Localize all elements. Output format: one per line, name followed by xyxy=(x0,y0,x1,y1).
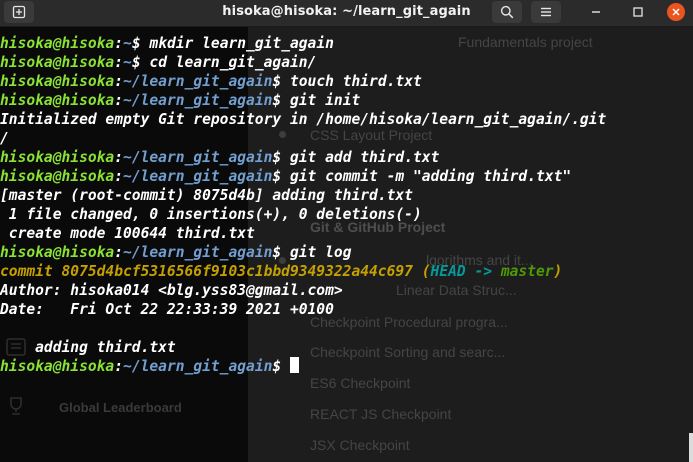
prompt-user-host: hisoka@hisoka xyxy=(0,244,115,261)
background-item: JSX Checkpoint xyxy=(310,437,410,453)
output-text: 1 file changed, 0 insertions(+), 0 delet… xyxy=(0,206,422,223)
prompt-separator: : xyxy=(114,168,124,185)
output-text: Author: hisoka014 <blg.yss83@gmail.com> xyxy=(0,282,343,299)
prompt-symbol: $ xyxy=(131,54,150,71)
prompt-user-host: hisoka@hisoka xyxy=(0,73,115,90)
prompt-line: hisoka@hisoka:~/learn_git_again$ git add… xyxy=(0,148,606,167)
prompt-line: hisoka@hisoka:~/learn_git_again$ git log xyxy=(0,243,606,262)
title-bar[interactable]: hisoka@hisoka: ~/learn_git_again xyxy=(0,0,693,27)
prompt-path: ~/learn_git_again xyxy=(123,168,273,185)
prompt-symbol: $ xyxy=(272,358,290,375)
output-text: / xyxy=(0,130,9,147)
prompt-separator: : xyxy=(114,149,124,166)
prompt-separator: : xyxy=(114,358,124,375)
command-text: git init xyxy=(289,92,361,109)
command-text: git log xyxy=(289,244,352,261)
prompt-user-host: hisoka@hisoka xyxy=(0,358,115,375)
maximize-icon xyxy=(633,7,643,17)
output-text: [master (root-commit) 8075d4b] adding th… xyxy=(0,187,413,204)
commit-ref-open: ( xyxy=(412,263,431,280)
output-text: adding third.txt xyxy=(0,339,176,356)
commit-ref-close: ) xyxy=(553,263,563,280)
prompt-separator: : xyxy=(114,92,124,109)
close-button-circle[interactable] xyxy=(667,3,685,21)
prompt-line: hisoka@hisoka:~/learn_git_again$ git com… xyxy=(0,167,606,186)
command-text: git commit -m "adding third.txt" xyxy=(289,168,572,185)
prompt-user-host: hisoka@hisoka xyxy=(0,168,115,185)
prompt-path: ~/learn_git_again xyxy=(123,358,273,375)
prompt-path: ~ xyxy=(123,35,132,52)
output-line: / xyxy=(0,129,606,148)
global-leaderboard-label: Global Leaderboard xyxy=(59,400,182,415)
prompt-line: hisoka@hisoka:~$ cd learn_git_again/ xyxy=(0,53,606,72)
prompt-line: hisoka@hisoka:~/learn_git_again$ git ini… xyxy=(0,91,606,110)
command-text: touch third.txt xyxy=(289,73,422,90)
output-text: create mode 100644 third.txt xyxy=(0,225,255,242)
prompt-symbol: $ xyxy=(272,92,290,109)
prompt-line: hisoka@hisoka:~/learn_git_again$ touch t… xyxy=(0,72,606,91)
prompt-user-host: hisoka@hisoka xyxy=(0,149,115,166)
prompt-separator: : xyxy=(114,54,124,71)
terminal-body[interactable]: Global Leaderboard Fundamentals project … xyxy=(0,27,693,462)
output-text: Initialized empty Git repository in /hom… xyxy=(0,111,607,128)
output-line: Date: Fri Oct 22 22:33:39 2021 +0100 xyxy=(0,300,606,319)
close-icon xyxy=(672,8,680,16)
close-button[interactable] xyxy=(662,0,690,24)
trophy-icon xyxy=(10,397,22,415)
menu-button[interactable] xyxy=(531,1,561,23)
prompt-user-host: hisoka@hisoka xyxy=(0,54,115,71)
output-line: create mode 100644 third.txt xyxy=(0,224,606,243)
background-item: REACT JS Checkpoint xyxy=(310,406,452,422)
commit-hash: commit 8075d4bcf5316566f9103c1bbd9349322… xyxy=(0,263,413,280)
maximize-button[interactable] xyxy=(624,0,652,24)
search-icon xyxy=(500,5,514,19)
command-text: git add third.txt xyxy=(289,149,440,166)
hamburger-menu-icon xyxy=(541,7,551,17)
output-line: Author: hisoka014 <blg.yss83@gmail.com> xyxy=(0,281,606,300)
background-item: ES6 Checkpoint xyxy=(310,375,411,391)
output-line: 1 file changed, 0 insertions(+), 0 delet… xyxy=(0,205,606,224)
prompt-line: hisoka@hisoka:~$ mkdir learn_git_again xyxy=(0,34,606,53)
prompt-user-host: hisoka@hisoka xyxy=(0,92,115,109)
terminal-cursor xyxy=(289,357,299,373)
minimize-icon xyxy=(592,11,600,13)
prompt-user-host: hisoka@hisoka xyxy=(0,35,115,52)
prompt-path: ~ xyxy=(123,54,132,71)
terminal-window: hisoka@hisoka: ~/learn_git_again Global … xyxy=(0,0,693,462)
commit-line: commit 8075d4bcf5316566f9103c1bbd9349322… xyxy=(0,262,606,281)
branch-ref: master xyxy=(500,263,554,280)
output-line: [master (root-commit) 8075d4b] adding th… xyxy=(0,186,606,205)
prompt-symbol: $ xyxy=(272,168,290,185)
prompt-path: ~/learn_git_again xyxy=(123,73,273,90)
output-line: Initialized empty Git repository in /hom… xyxy=(0,110,606,129)
prompt-line: hisoka@hisoka:~/learn_git_again$ xyxy=(0,357,606,376)
prompt-path: ~/learn_git_again xyxy=(123,92,273,109)
output-line: adding third.txt xyxy=(0,338,606,357)
output-text: Date: Fri Oct 22 22:33:39 2021 +0100 xyxy=(0,301,334,318)
prompt-path: ~/learn_git_again xyxy=(123,244,273,261)
minimize-button[interactable] xyxy=(582,0,610,24)
command-text: mkdir learn_git_again xyxy=(149,35,334,52)
command-text: cd learn_git_again/ xyxy=(149,54,317,71)
prompt-separator: : xyxy=(114,73,124,90)
head-ref: HEAD -> xyxy=(430,263,501,280)
prompt-separator: : xyxy=(114,35,124,52)
prompt-path: ~/learn_git_again xyxy=(123,149,273,166)
prompt-symbol: $ xyxy=(272,149,290,166)
prompt-separator: : xyxy=(114,244,124,261)
scrollbar-thumb[interactable] xyxy=(689,433,693,462)
prompt-symbol: $ xyxy=(131,35,150,52)
terminal-output: hisoka@hisoka:~$ mkdir learn_git_again hi… xyxy=(0,34,606,376)
search-button[interactable] xyxy=(492,1,522,23)
prompt-symbol: $ xyxy=(272,73,290,90)
prompt-symbol: $ xyxy=(272,244,290,261)
